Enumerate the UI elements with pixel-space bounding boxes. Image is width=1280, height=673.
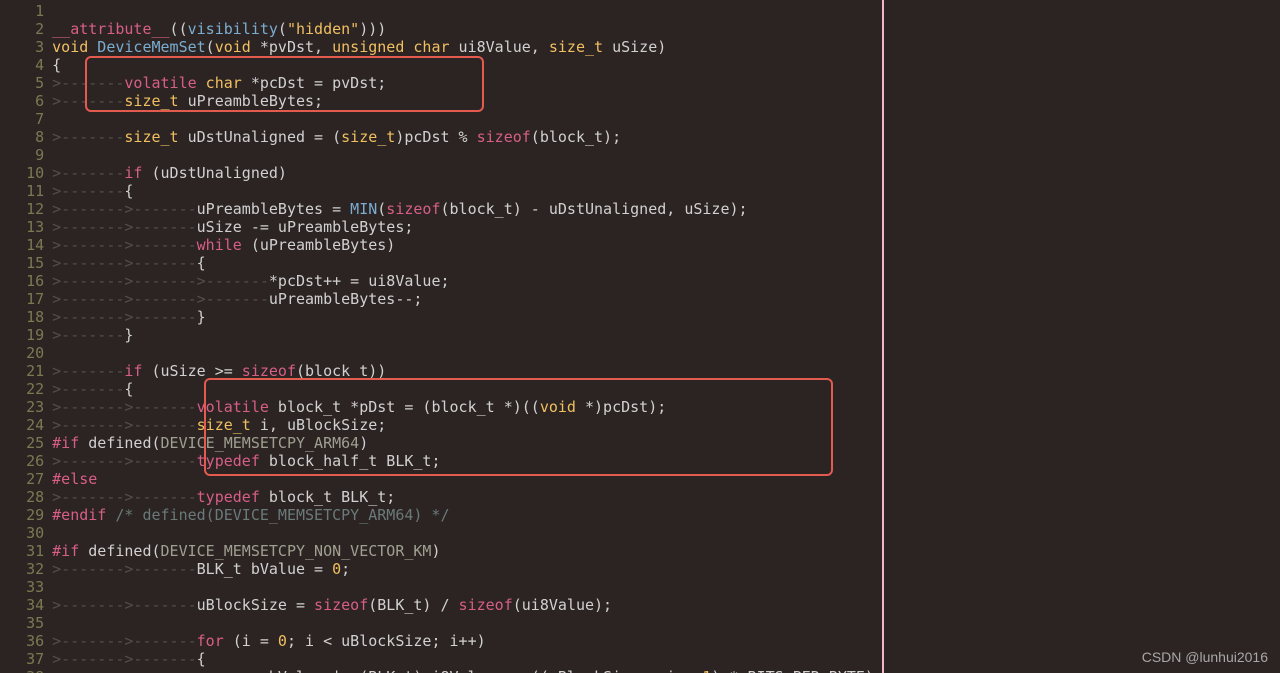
- code-line: >------->-------{: [52, 254, 883, 272]
- line-number: 11: [0, 182, 52, 200]
- code-line: __attribute__((visibility("hidden"))): [52, 20, 883, 38]
- code-line: void DeviceMemSet(void *pvDst, unsigned …: [52, 38, 883, 56]
- line-number: 31: [0, 542, 52, 560]
- line-number-gutter: 1234567891011121314151617181920212223242…: [0, 0, 52, 673]
- code-line: >-------size_t uDstUnaligned = (size_t)p…: [52, 128, 883, 146]
- line-number: 7: [0, 110, 52, 128]
- code-line: >-------{: [52, 380, 883, 398]
- code-line: #else: [52, 470, 883, 488]
- line-number: 33: [0, 578, 52, 596]
- code-line: >------->-------typedef block_t BLK_t;: [52, 488, 883, 506]
- line-number: 18: [0, 308, 52, 326]
- watermark: CSDN @lunhui2016: [1142, 649, 1268, 665]
- code-line: [52, 344, 883, 362]
- code-line: [52, 2, 883, 20]
- code-line: >------->-------uPreambleBytes = MIN(siz…: [52, 200, 883, 218]
- code-line: [52, 146, 883, 164]
- code-line: >------->-------for (i = 0; i < uBlockSi…: [52, 632, 883, 650]
- code-line: #if defined(DEVICE_MEMSETCPY_ARM64): [52, 434, 883, 452]
- line-number: 29: [0, 506, 52, 524]
- code-line: [52, 110, 883, 128]
- code-editor: 1234567891011121314151617181920212223242…: [0, 0, 883, 673]
- line-number: 36: [0, 632, 52, 650]
- code-line: >------->------->-------bValue |= (BLK_t…: [52, 668, 883, 673]
- line-number: 9: [0, 146, 52, 164]
- line-number: 2: [0, 20, 52, 38]
- code-area[interactable]: __attribute__((visibility("hidden")))voi…: [52, 0, 883, 673]
- code-line: >-------size_t uPreambleBytes;: [52, 92, 883, 110]
- line-number: 13: [0, 218, 52, 236]
- code-line: >------->------->-------uPreambleBytes--…: [52, 290, 883, 308]
- line-number: 22: [0, 380, 52, 398]
- line-number: 35: [0, 614, 52, 632]
- code-line: >------->-------size_t i, uBlockSize;: [52, 416, 883, 434]
- line-number: 4: [0, 56, 52, 74]
- code-line: >------->-------while (uPreambleBytes): [52, 236, 883, 254]
- code-line: >-------volatile char *pcDst = pvDst;: [52, 74, 883, 92]
- line-number: 6: [0, 92, 52, 110]
- code-line: {: [52, 56, 883, 74]
- line-number: 14: [0, 236, 52, 254]
- line-number: 21: [0, 362, 52, 380]
- line-number: 10: [0, 164, 52, 182]
- code-line: >------->-------}: [52, 308, 883, 326]
- code-line: #if defined(DEVICE_MEMSETCPY_NON_VECTOR_…: [52, 542, 883, 560]
- code-line: [52, 614, 883, 632]
- code-line: >------->-------typedef block_half_t BLK…: [52, 452, 883, 470]
- code-line: [52, 524, 883, 542]
- code-line: >-------{: [52, 182, 883, 200]
- line-number: 23: [0, 398, 52, 416]
- code-line: >-------if (uDstUnaligned): [52, 164, 883, 182]
- code-line: [52, 578, 883, 596]
- code-line: >-------}: [52, 326, 883, 344]
- code-line: >------->-------uBlockSize = sizeof(BLK_…: [52, 596, 883, 614]
- line-number: 1: [0, 2, 52, 20]
- line-number: 20: [0, 344, 52, 362]
- line-number: 5: [0, 74, 52, 92]
- code-line: >------->-------BLK_t bValue = 0;: [52, 560, 883, 578]
- line-number: 34: [0, 596, 52, 614]
- code-line: >------->-------{: [52, 650, 883, 668]
- line-number: 32: [0, 560, 52, 578]
- line-number: 37: [0, 650, 52, 668]
- line-number: 16: [0, 272, 52, 290]
- code-line: >-------if (uSize >= sizeof(block_t)): [52, 362, 883, 380]
- line-number: 19: [0, 326, 52, 344]
- line-number: 27: [0, 470, 52, 488]
- line-number: 15: [0, 254, 52, 272]
- line-number: 38: [0, 668, 52, 673]
- line-number: 8: [0, 128, 52, 146]
- code-line: #endif /* defined(DEVICE_MEMSETCPY_ARM64…: [52, 506, 883, 524]
- line-number: 24: [0, 416, 52, 434]
- line-number: 17: [0, 290, 52, 308]
- line-number: 3: [0, 38, 52, 56]
- code-line: >------->-------uSize -= uPreambleBytes;: [52, 218, 883, 236]
- ruler-line: [882, 0, 884, 673]
- line-number: 25: [0, 434, 52, 452]
- line-number: 28: [0, 488, 52, 506]
- code-line: >------->-------volatile block_t *pDst =…: [52, 398, 883, 416]
- line-number: 30: [0, 524, 52, 542]
- code-line: >------->------->-------*pcDst++ = ui8Va…: [52, 272, 883, 290]
- line-number: 26: [0, 452, 52, 470]
- line-number: 12: [0, 200, 52, 218]
